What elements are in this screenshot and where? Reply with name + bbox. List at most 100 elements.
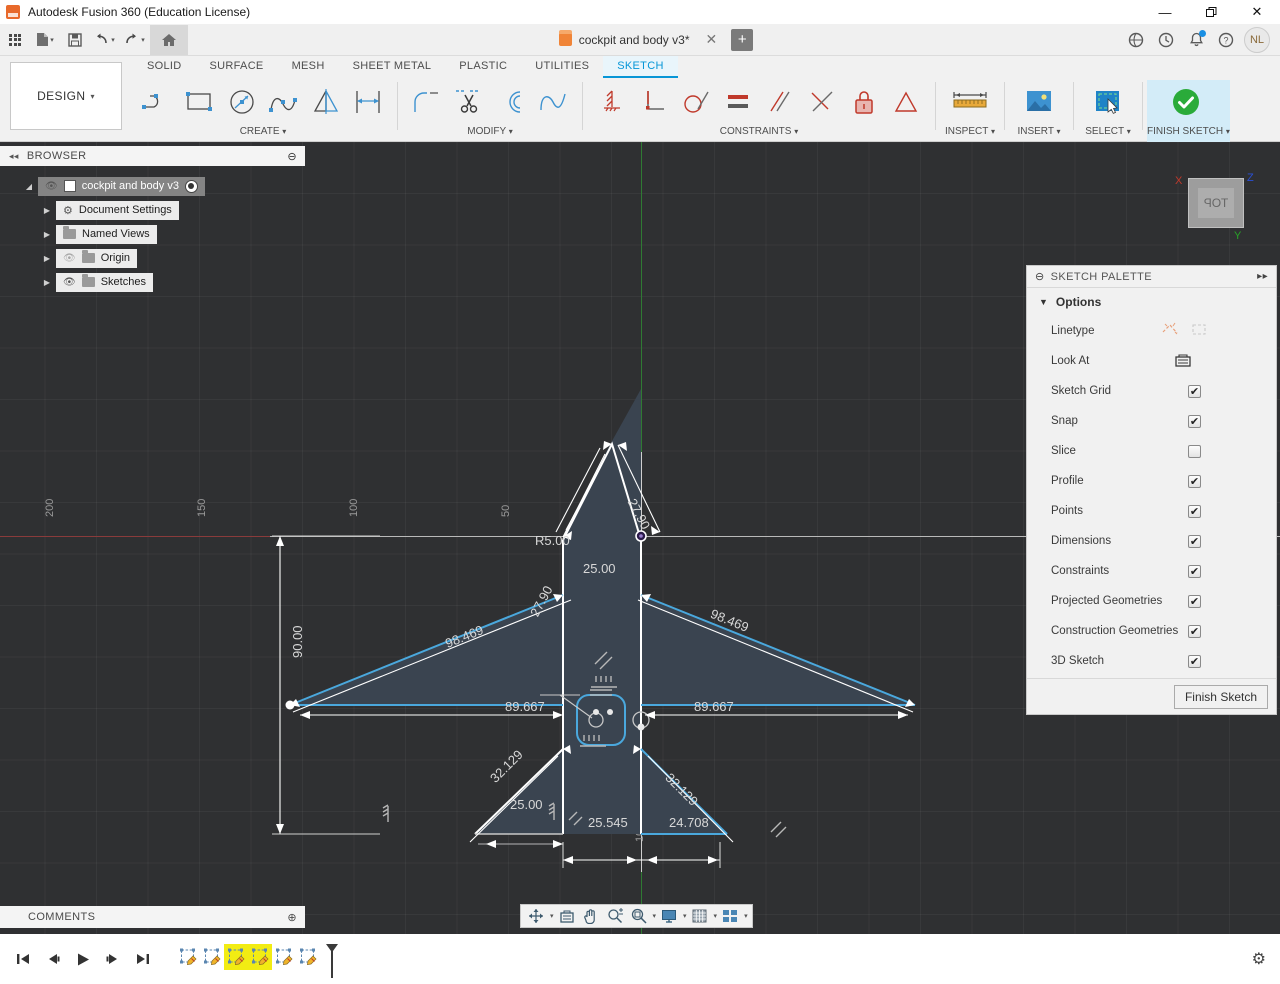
browser-item-document-settings-pill[interactable]: ⚙ Document Settings (56, 201, 179, 220)
palette-row-points[interactable]: Points ✔ (1027, 496, 1276, 526)
projected-geometries-checkbox[interactable]: ✔ (1188, 595, 1201, 608)
palette-collapse-icon[interactable]: ⊖ (1035, 270, 1045, 283)
cockpit-width-dimension[interactable]: 25.00 (583, 561, 616, 576)
activate-radio-icon[interactable] (185, 180, 198, 193)
viewports-icon[interactable] (719, 906, 741, 926)
measure-ruler-icon[interactable] (944, 81, 996, 123)
minimize-button[interactable]: — (1142, 0, 1188, 24)
palette-options-section[interactable]: ▼ Options (1027, 288, 1276, 316)
overall-height-dimension[interactable]: 90.00 (290, 625, 305, 658)
ribbon-tab-surface[interactable]: SURFACE (196, 56, 278, 78)
go-to-end-icon[interactable] (132, 948, 154, 970)
sketch-feature-3[interactable] (224, 944, 248, 970)
help-icon[interactable]: ? (1214, 28, 1238, 52)
browser-item-origin-pill[interactable]: 👁 Origin (56, 249, 137, 268)
document-tab[interactable]: cockpit and body v3* (559, 33, 690, 47)
equal-triangle-icon[interactable] (885, 81, 927, 123)
view-cube[interactable]: TOP (1188, 178, 1244, 228)
browser-item-root-pill[interactable]: 👁 cockpit and body v3 (38, 177, 205, 196)
visibility-eye-icon[interactable]: 👁 (45, 181, 58, 192)
insert-image-icon[interactable] (1013, 81, 1065, 123)
orbit-caret[interactable]: ▾ (550, 912, 554, 920)
panel-constraints-caret[interactable]: ▾ (794, 127, 798, 136)
look-at-icon[interactable] (556, 906, 578, 926)
browser-item-named-views-pill[interactable]: Named Views (56, 225, 157, 244)
palette-row-dimensions[interactable]: Dimensions ✔ (1027, 526, 1276, 556)
document-tab-close-icon[interactable]: ✕ (706, 31, 718, 48)
ribbon-tab-solid[interactable]: SOLID (133, 56, 196, 78)
collinear-icon[interactable] (717, 81, 759, 123)
apps-grid-icon[interactable] (0, 25, 30, 55)
browser-item-document-settings[interactable]: ▶ ⚙ Document Settings (0, 198, 290, 222)
tail-left-base-dimension[interactable]: 25.00 (510, 797, 543, 812)
dimensions-checkbox[interactable]: ✔ (1188, 535, 1201, 548)
look-at-icon[interactable] (1174, 352, 1192, 371)
zoom-window-icon[interactable] (628, 906, 650, 926)
browser-item-named-views[interactable]: ▶ Named Views (0, 222, 290, 246)
fillet-icon[interactable] (406, 81, 448, 123)
browser-item-origin[interactable]: ▶ 👁 Origin (0, 246, 290, 270)
comments-add-icon[interactable]: ⊕ (287, 911, 297, 924)
workspace-switcher[interactable]: DESIGN ▾ (10, 62, 122, 130)
mirror-icon[interactable] (305, 81, 347, 123)
tangent-icon[interactable] (675, 81, 717, 123)
step-forward-icon[interactable] (102, 948, 124, 970)
comments-bar[interactable]: COMMENTS ⊕ (0, 906, 305, 928)
palette-row-projected-geometries[interactable]: Projected Geometries ✔ (1027, 586, 1276, 616)
new-tab-button[interactable]: + (731, 29, 753, 51)
ribbon-tab-utilities[interactable]: UTILITIES (521, 56, 603, 78)
display-settings-caret[interactable]: ▾ (683, 912, 687, 920)
browser-item-root[interactable]: ◢ 👁 cockpit and body v3 (0, 174, 290, 198)
finish-sketch-button[interactable]: Finish Sketch (1174, 685, 1268, 709)
palette-row-slice[interactable]: Slice (1027, 436, 1276, 466)
panel-finish-sketch[interactable]: FINISH SKETCH ▾ (1147, 80, 1230, 142)
orbit-icon[interactable] (525, 906, 547, 926)
maximize-button[interactable] (1188, 0, 1234, 24)
tail-inner-right-dimension[interactable]: 24.708 (669, 815, 709, 830)
timeline-settings-icon[interactable]: ⚙ (1252, 949, 1266, 969)
sketch-feature-4[interactable] (248, 944, 272, 970)
constraints-checkbox[interactable]: ✔ (1188, 565, 1201, 578)
ribbon-tab-sheet-metal[interactable]: SHEET METAL (339, 56, 446, 78)
display-settings-icon[interactable] (658, 906, 680, 926)
panel-inspect-caret[interactable]: ▾ (991, 127, 995, 136)
ribbon-tab-mesh[interactable]: MESH (278, 56, 339, 78)
save-icon[interactable] (60, 25, 90, 55)
panel-insert-caret[interactable]: ▾ (1057, 127, 1061, 136)
curvature-icon[interactable] (532, 81, 574, 123)
close-button[interactable]: ✕ (1234, 0, 1280, 24)
browser-minimize-icon[interactable]: ⊖ (287, 150, 297, 163)
viewports-caret[interactable]: ▾ (744, 912, 748, 920)
rectangle-icon[interactable] (179, 81, 221, 123)
select-window-icon[interactable] (1082, 81, 1134, 123)
step-back-icon[interactable] (42, 948, 64, 970)
midpoint-icon[interactable] (801, 81, 843, 123)
zoom-window-caret[interactable]: ▾ (653, 912, 657, 920)
sketch-feature-2[interactable] (200, 944, 224, 970)
home-icon[interactable] (150, 25, 188, 55)
grid-snap-icon[interactable] (689, 906, 711, 926)
tail-inner-left-dimension[interactable]: 25.545 (588, 815, 628, 830)
go-to-start-icon[interactable] (12, 948, 34, 970)
palette-row-sketch-grid[interactable]: Sketch Grid ✔ (1027, 376, 1276, 406)
sketch-feature-5[interactable] (272, 944, 296, 970)
snap-checkbox[interactable]: ✔ (1188, 415, 1201, 428)
grid-snap-caret[interactable]: ▾ (714, 912, 718, 920)
palette-row-3d-sketch[interactable]: 3D Sketch ✔ (1027, 646, 1276, 676)
browser-item-sketches[interactable]: ▶ 👁 Sketches (0, 270, 290, 294)
nose-radius-dimension[interactable]: R5.00 (535, 533, 570, 548)
offset-icon[interactable] (490, 81, 532, 123)
spline-icon[interactable] (263, 81, 305, 123)
expand-arrow-sketches[interactable]: ▶ (38, 278, 56, 287)
visibility-eye-icon[interactable]: 👁 (63, 277, 76, 288)
browser-item-sketches-pill[interactable]: 👁 Sketches (56, 273, 153, 292)
palette-row-profile[interactable]: Profile ✔ (1027, 466, 1276, 496)
3d-sketch-checkbox[interactable]: ✔ (1188, 655, 1201, 668)
panel-create-caret[interactable]: ▾ (282, 127, 286, 136)
new-file-caret[interactable]: ▾ (50, 36, 54, 44)
ribbon-tab-plastic[interactable]: PLASTIC (445, 56, 521, 78)
circle-icon[interactable] (221, 81, 263, 123)
profile-checkbox[interactable]: ✔ (1188, 475, 1201, 488)
zoom-icon[interactable] (604, 906, 626, 926)
offset-dimension-icon[interactable] (347, 81, 389, 123)
